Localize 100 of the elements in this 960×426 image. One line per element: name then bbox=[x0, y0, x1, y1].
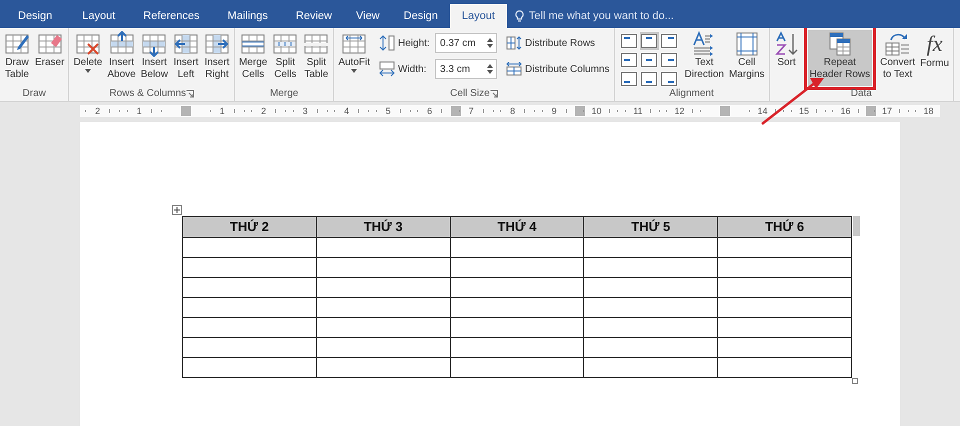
align-button[interactable] bbox=[660, 51, 678, 69]
ruler-margin-marker[interactable] bbox=[720, 106, 730, 116]
ribbon-button[interactable]: Delete bbox=[71, 30, 104, 86]
spin-arrows-icon[interactable] bbox=[487, 63, 494, 75]
table-cell[interactable] bbox=[182, 317, 316, 337]
align-button[interactable] bbox=[620, 51, 638, 69]
table-cell[interactable] bbox=[182, 277, 316, 297]
ribbon-button[interactable]: Insert Left bbox=[170, 30, 201, 86]
table-cell[interactable] bbox=[316, 277, 450, 297]
table-move-handle-icon[interactable] bbox=[172, 205, 182, 215]
ribbon-button[interactable]: Insert Below bbox=[138, 30, 170, 86]
table-cell[interactable] bbox=[718, 337, 852, 357]
ruler-column-marker[interactable] bbox=[450, 106, 460, 116]
table-cell[interactable] bbox=[182, 257, 316, 277]
ribbon-button[interactable]: Distribute Columns bbox=[504, 58, 612, 80]
align-button[interactable] bbox=[620, 70, 638, 88]
table-cell[interactable] bbox=[450, 237, 584, 257]
table-cell[interactable] bbox=[584, 277, 718, 297]
table-cell[interactable] bbox=[584, 257, 718, 277]
align-button[interactable] bbox=[640, 32, 658, 50]
ruler-number: 5 bbox=[386, 106, 391, 116]
ribbon-button[interactable]: Insert Above bbox=[105, 30, 138, 86]
ribbon-tab[interactable]: Mailings bbox=[216, 4, 280, 28]
table-resize-handle[interactable] bbox=[852, 378, 858, 384]
ribbon-button[interactable]: Split Cells bbox=[270, 30, 300, 86]
table-cell[interactable] bbox=[182, 357, 316, 377]
table-cell[interactable] bbox=[584, 317, 718, 337]
ribbon-tab[interactable]: Review bbox=[284, 4, 344, 28]
ribbon-button[interactable]: Cell Margins bbox=[726, 30, 767, 86]
table-cell[interactable] bbox=[718, 357, 852, 377]
table-cell[interactable] bbox=[584, 337, 718, 357]
ribbon-button[interactable]: Distribute Rows bbox=[504, 32, 612, 54]
dialog-launcher-icon[interactable] bbox=[490, 90, 498, 98]
ribbon-tab[interactable]: Layout bbox=[450, 4, 507, 28]
ribbon-tab[interactable]: View bbox=[344, 4, 392, 28]
spin-field[interactable]: 3.3 cm bbox=[435, 59, 498, 79]
table-cell[interactable] bbox=[316, 317, 450, 337]
group-label: Rows & Columns bbox=[109, 87, 186, 101]
ruler-number: 15 bbox=[798, 106, 809, 116]
table-cell[interactable] bbox=[450, 337, 584, 357]
spin-field[interactable]: 0.37 cm bbox=[435, 33, 498, 53]
table-cell[interactable] bbox=[584, 357, 718, 377]
ribbon-button[interactable]: Convert to Text bbox=[878, 30, 918, 86]
table-cell[interactable] bbox=[584, 297, 718, 317]
ruler-number: 16 bbox=[840, 106, 850, 116]
table-cell[interactable] bbox=[450, 257, 584, 277]
ribbon-button[interactable]: fx Formu bbox=[918, 30, 952, 86]
table-cell[interactable] bbox=[450, 357, 584, 377]
ruler-margin-marker[interactable] bbox=[180, 106, 191, 116]
ribbon-button[interactable]: Merge Cells bbox=[236, 30, 270, 86]
ribbon-button[interactable]: AutoFit bbox=[336, 30, 372, 86]
cell-alignment-icon bbox=[641, 72, 657, 86]
table-cell[interactable] bbox=[182, 297, 316, 317]
table-cell[interactable] bbox=[450, 277, 584, 297]
table-cell[interactable] bbox=[718, 277, 852, 297]
table-header-cell: THỨ 6 bbox=[718, 216, 852, 237]
spin-arrows-icon[interactable] bbox=[487, 37, 494, 49]
ruler-number: 1 bbox=[220, 106, 225, 116]
table-cell[interactable] bbox=[718, 317, 852, 337]
table-cell[interactable] bbox=[718, 297, 852, 317]
dialog-launcher-icon[interactable] bbox=[186, 90, 194, 98]
convert-to-text-icon bbox=[884, 31, 911, 57]
align-button[interactable] bbox=[620, 32, 638, 50]
ribbon-tab[interactable]: Design bbox=[6, 4, 64, 28]
table-cell[interactable] bbox=[584, 237, 718, 257]
table-header-cell: THỨ 2 bbox=[182, 216, 316, 237]
table-cell[interactable] bbox=[316, 337, 450, 357]
align-button[interactable] bbox=[640, 70, 658, 88]
table-cell[interactable] bbox=[718, 257, 852, 277]
ribbon-button[interactable]: Repeat Header Rows bbox=[808, 30, 872, 86]
table-cell[interactable] bbox=[182, 237, 316, 257]
ribbon-button[interactable]: Text Direction bbox=[682, 30, 726, 86]
ribbon-button[interactable]: Draw Table bbox=[2, 30, 32, 86]
ribbon-button[interactable]: Sort bbox=[772, 30, 802, 86]
ruler-column-marker[interactable] bbox=[866, 106, 876, 116]
align-button[interactable] bbox=[660, 70, 678, 88]
table-cell[interactable] bbox=[450, 297, 584, 317]
ribbon-button[interactable]: Split Table bbox=[301, 30, 332, 86]
tell-me-field[interactable]: Tell me what you want to do... bbox=[514, 4, 674, 28]
table-header-cell: THỨ 4 bbox=[450, 216, 584, 237]
ribbon-button[interactable]: Insert Right bbox=[202, 30, 232, 86]
table-cell[interactable] bbox=[316, 237, 450, 257]
ribbon-tab[interactable]: Design bbox=[392, 4, 450, 28]
ruler-number: 18 bbox=[923, 106, 934, 116]
table-cell[interactable] bbox=[316, 257, 450, 277]
align-button[interactable] bbox=[660, 32, 678, 50]
cell-alignment-icon bbox=[661, 72, 677, 86]
table-cell[interactable] bbox=[316, 297, 450, 317]
cell-alignment-icon bbox=[661, 34, 677, 48]
ribbon-tab[interactable]: References bbox=[131, 4, 212, 28]
align-button[interactable] bbox=[640, 51, 658, 69]
table-cell[interactable] bbox=[182, 337, 316, 357]
table-cell[interactable] bbox=[316, 357, 450, 377]
ribbon-button[interactable]: Eraser bbox=[33, 30, 66, 86]
cell-alignment-icon bbox=[621, 72, 637, 86]
table-cell[interactable] bbox=[718, 237, 852, 257]
ruler-column-marker[interactable] bbox=[575, 106, 585, 116]
table-cell[interactable] bbox=[450, 317, 584, 337]
ribbon-tab[interactable]: Layout bbox=[70, 4, 128, 28]
ruler-number: 3 bbox=[302, 106, 308, 116]
